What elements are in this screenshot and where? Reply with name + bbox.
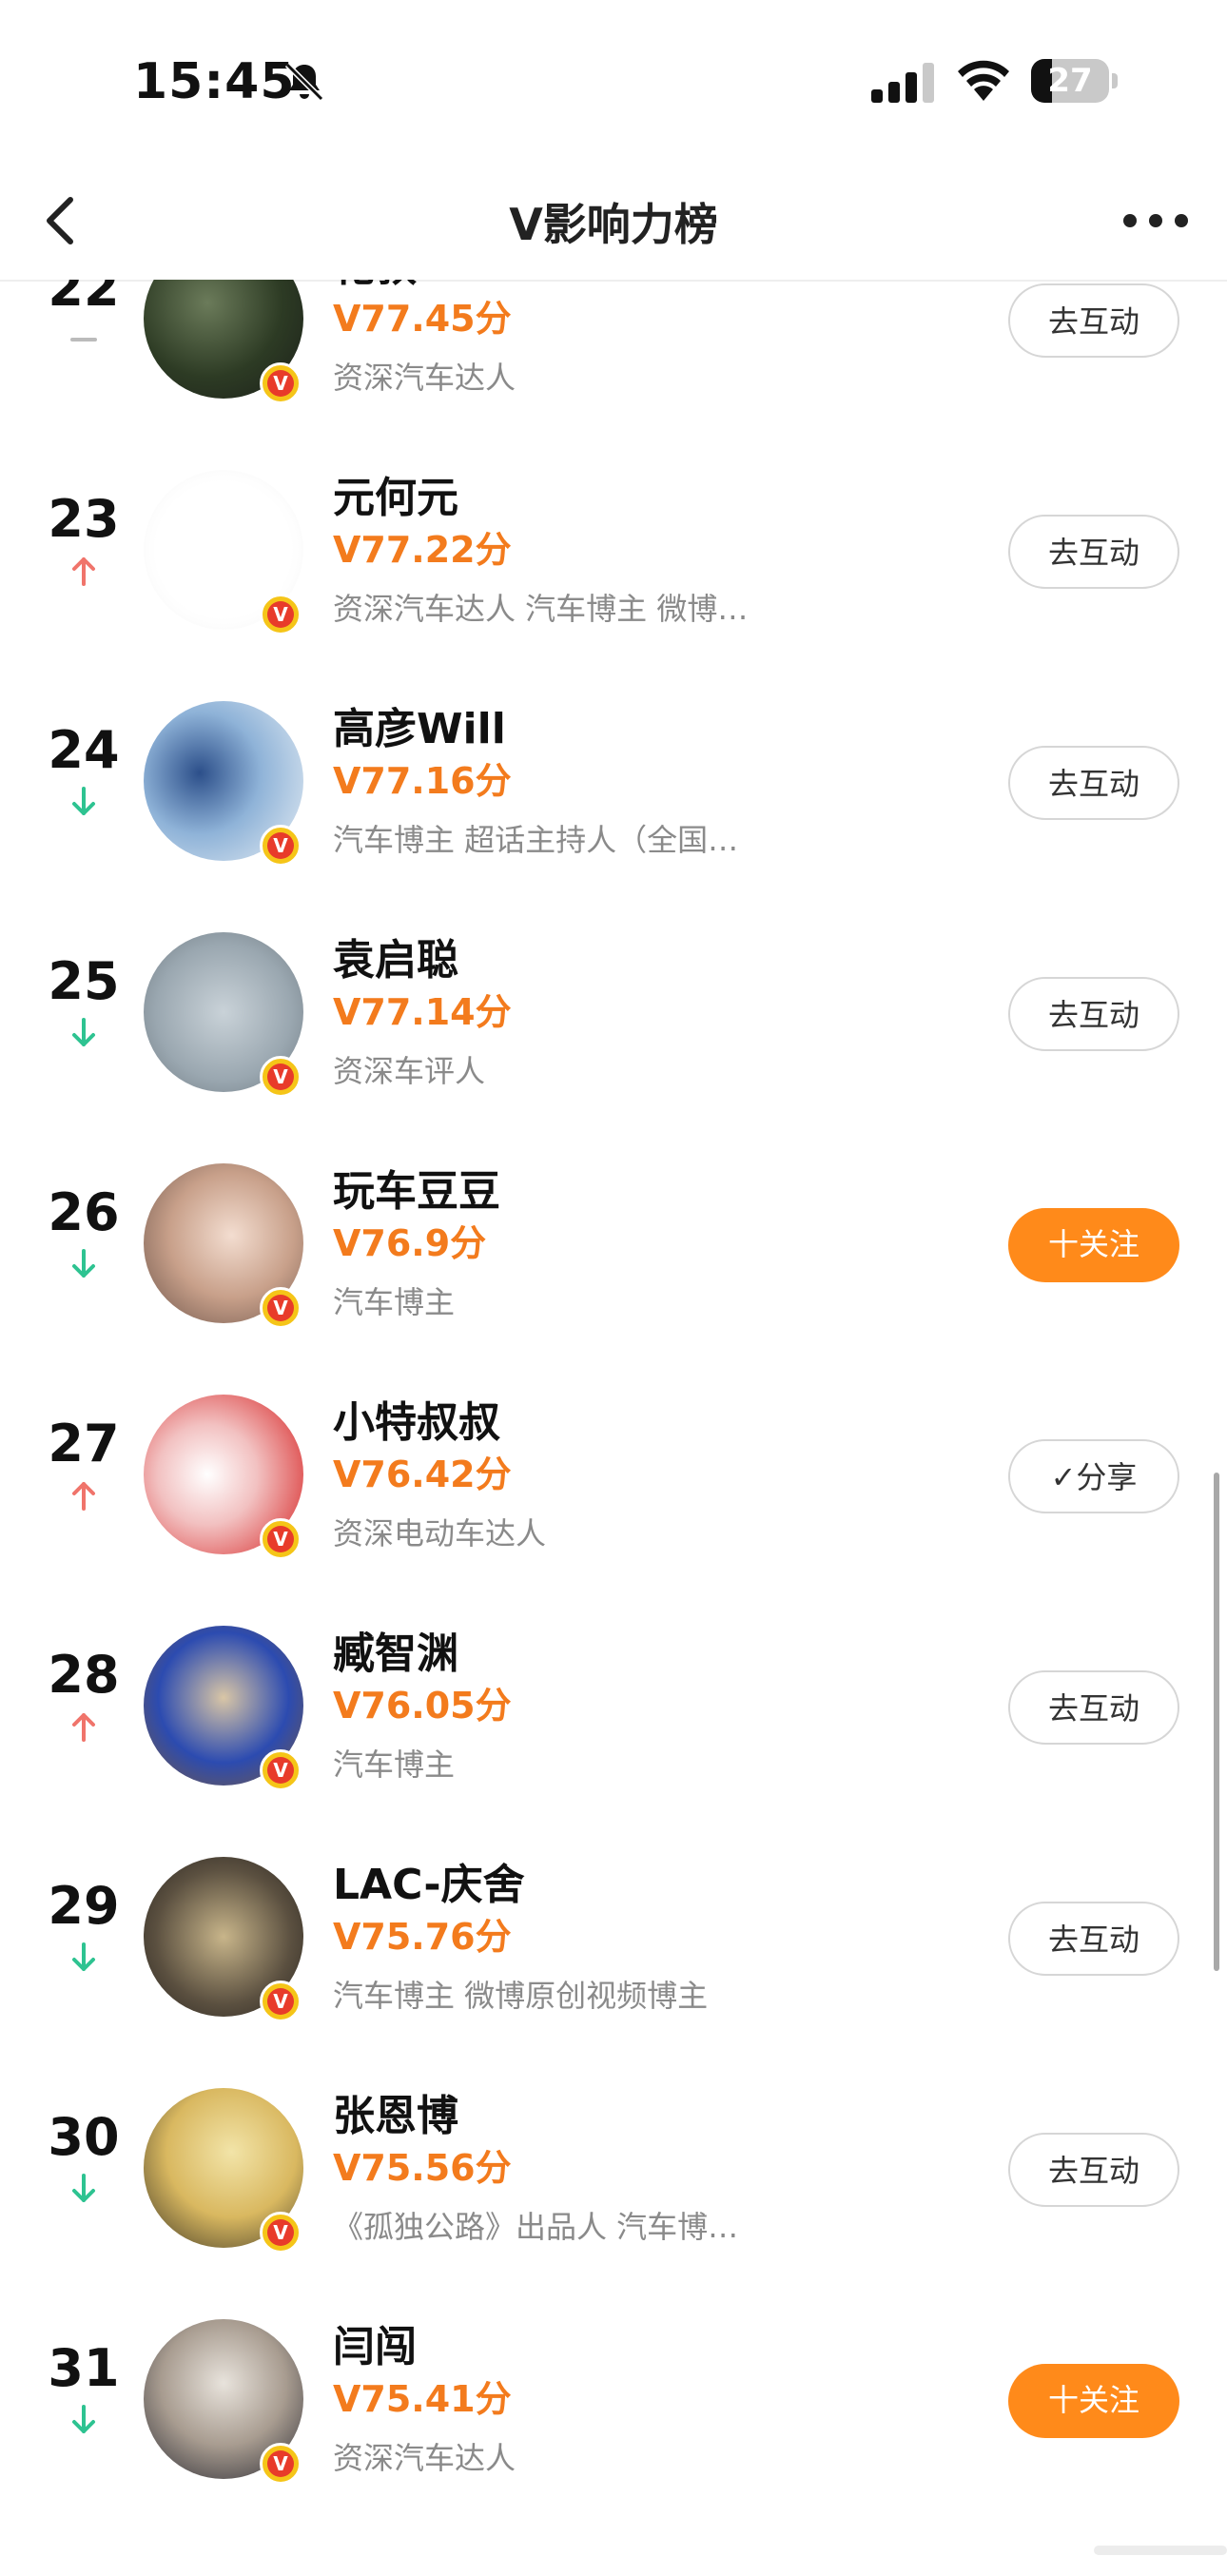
status-time: 15:45 — [133, 53, 296, 110]
verified-v-badge-icon: V — [260, 362, 302, 404]
interact-button[interactable]: 去互动 — [1008, 1902, 1179, 1976]
list-item[interactable]: 31 V 闫闯 V75.41分资深汽车达人 十关注 — [0, 2284, 1227, 2515]
trend-down-icon — [72, 1018, 95, 1046]
list-item[interactable]: 24 V 高彦Will V77.16分汽车博主 超话主持人（全国… 去互动 — [0, 666, 1227, 897]
user-name[interactable]: 高彦Will — [333, 694, 506, 755]
user-name[interactable]: 张恩博 — [333, 2081, 458, 2142]
trend-down-icon — [72, 2174, 95, 2202]
home-indicator — [1094, 2546, 1227, 2555]
page-title: V影响力榜 — [509, 199, 718, 250]
list-item[interactable]: 26 V 玩车豆豆 V76.9分汽车博主 十关注 — [0, 1128, 1227, 1359]
verified-v-badge-icon: V — [260, 1287, 302, 1329]
rank-number: 23 — [48, 489, 120, 549]
influence-score: V76.42分 — [333, 1454, 512, 1495]
interact-button[interactable]: 去互动 — [1008, 1670, 1179, 1745]
rank-number: 25 — [48, 951, 120, 1011]
rank-number: 31 — [48, 2338, 120, 2398]
influence-score: V77.14分 — [333, 991, 512, 1033]
trend-down-icon — [72, 1942, 95, 1971]
rank-number: 30 — [48, 2107, 120, 2167]
interact-button[interactable]: 去互动 — [1008, 283, 1179, 358]
rank-number: 22 — [48, 280, 120, 318]
user-name[interactable]: 袁启聪 — [333, 926, 458, 986]
list-item[interactable]: 22V花叔V77.45分资深汽车达人去互动 — [0, 280, 1227, 435]
interact-button[interactable]: 去互动 — [1008, 977, 1179, 1051]
verified-v-badge-icon: V — [260, 2443, 302, 2485]
user-tags: 汽车博主 超话主持人（全国… — [333, 822, 739, 858]
scrollbar[interactable] — [1214, 1473, 1219, 1971]
verified-v-badge-icon: V — [260, 1518, 302, 1560]
ranking-list: 22V花叔V77.45分资深汽车达人去互动23V元何元V77.22分资深汽车达人… — [0, 280, 1227, 2576]
more-dots-icon[interactable] — [1113, 183, 1198, 259]
verified-v-badge-icon: V — [260, 2212, 302, 2254]
influence-score: V76.9分 — [333, 1222, 487, 1264]
influence-score: V75.56分 — [333, 2147, 512, 2189]
trend-up-icon — [72, 557, 95, 586]
verified-v-badge-icon: V — [260, 1981, 302, 2022]
list-item[interactable]: 23 V 元何元 V77.22分资深汽车达人 汽车博主 微博… 去互动 — [0, 435, 1227, 666]
list-item[interactable]: 25 V 袁启聪 V77.14分资深车评人 去互动 — [0, 897, 1227, 1128]
user-name[interactable]: 玩车豆豆 — [333, 1157, 500, 1218]
share-button[interactable]: ✓分享 — [1008, 1439, 1179, 1513]
user-name[interactable]: 小特叔叔 — [333, 1388, 500, 1449]
influence-score: V77.22分 — [333, 529, 512, 571]
list-item[interactable]: 29 V LAC-庆舍 V75.76分汽车博主 微博原创视频博主 去互动 — [0, 1822, 1227, 2053]
user-tags: 《孤独公路》出品人 汽车博… — [333, 2209, 739, 2245]
user-name[interactable]: 臧智渊 — [333, 1619, 458, 1680]
user-tags: 资深汽车达人 汽车博主 微博… — [333, 591, 749, 627]
trend-down-icon — [72, 1249, 95, 1278]
user-name[interactable]: LAC-庆舍 — [333, 1850, 525, 1911]
follow-button[interactable]: 十关注 — [1008, 2364, 1179, 2438]
user-tags: 资深车评人 — [333, 1053, 486, 1089]
rank-number: 27 — [48, 1414, 120, 1473]
influence-score: V77.16分 — [333, 760, 512, 802]
verified-v-badge-icon: V — [260, 1749, 302, 1791]
interact-button[interactable]: 去互动 — [1008, 746, 1179, 820]
trend-down-icon — [72, 787, 95, 815]
user-tags: 汽车博主 微博原创视频博主 — [333, 1978, 709, 2014]
navigation-bar: V影响力榜 — [0, 162, 1227, 282]
user-tags: 资深汽车达人 — [333, 360, 516, 396]
rank-number: 26 — [48, 1182, 120, 1242]
influence-score: V75.41分 — [333, 2378, 512, 2420]
rank-number: 24 — [48, 720, 120, 780]
bell-muted-icon — [284, 62, 324, 102]
trend-down-icon — [72, 2405, 95, 2433]
status-bar: 15:45 27 — [0, 0, 1227, 162]
user-name[interactable]: 元何元 — [333, 463, 458, 524]
verified-v-badge-icon: V — [260, 594, 302, 635]
influence-score: V75.76分 — [333, 1916, 512, 1958]
trend-same-icon — [70, 338, 97, 342]
verified-v-badge-icon: V — [260, 825, 302, 867]
battery-icon: 27 — [1031, 59, 1119, 105]
list-item[interactable]: 30 V 张恩博 V75.56分《孤独公路》出品人 汽车博… 去互动 — [0, 2053, 1227, 2284]
user-name[interactable]: 闫闯 — [333, 2313, 417, 2373]
cellular-signal-icon — [871, 63, 934, 103]
list-item[interactable]: 27 V 小特叔叔 V76.42分资深电动车达人 ✓分享 — [0, 1359, 1227, 1590]
battery-percent: 27 — [1047, 62, 1093, 100]
user-tags: 汽车博主 — [333, 1747, 456, 1783]
verified-v-badge-icon: V — [260, 1056, 302, 1098]
user-tags: 资深电动车达人 — [333, 1515, 547, 1551]
interact-button[interactable]: 去互动 — [1008, 515, 1179, 589]
rank-number: 29 — [48, 1876, 120, 1936]
influence-score: V76.05分 — [333, 1685, 512, 1727]
influence-score: V77.45分 — [333, 298, 512, 340]
rank-number: 28 — [48, 1645, 120, 1705]
list-item[interactable]: 28 V 臧智渊 V76.05分汽车博主 去互动 — [0, 1590, 1227, 1822]
user-tags: 资深汽车达人 — [333, 2440, 516, 2476]
wifi-icon — [958, 60, 1009, 101]
follow-button[interactable]: 十关注 — [1008, 1208, 1179, 1282]
user-tags: 汽车博主 — [333, 1284, 456, 1320]
interact-button[interactable]: 去互动 — [1008, 2133, 1179, 2207]
trend-up-icon — [72, 1713, 95, 1742]
trend-up-icon — [72, 1482, 95, 1511]
